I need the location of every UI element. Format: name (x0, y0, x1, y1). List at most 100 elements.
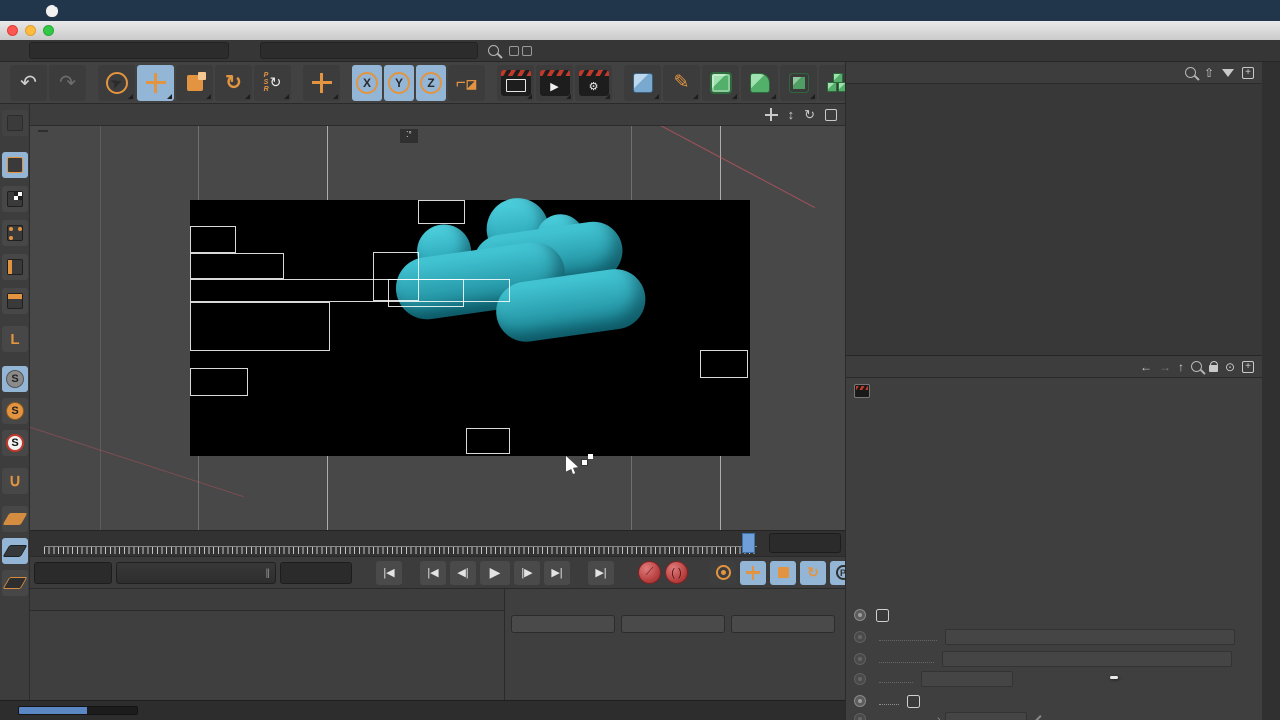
z-axis-lock-button[interactable]: Z (416, 65, 446, 101)
key-rotation-button[interactable]: ↻ (800, 561, 826, 585)
next-frame-button[interactable]: |▶ (514, 561, 540, 585)
y-axis-lock-button[interactable]: Y (384, 65, 414, 101)
camera-name-label[interactable]: ⁚° (400, 129, 418, 143)
current-frame-spinner[interactable] (34, 562, 112, 584)
go-to-start-button[interactable]: |◀ (376, 561, 402, 585)
extrude-generator-button[interactable] (741, 65, 778, 101)
duration-spinner[interactable] (280, 562, 352, 584)
pan-icon[interactable] (765, 108, 778, 121)
snap-2d-button[interactable]: S (2, 430, 28, 456)
timeline-end-spinner[interactable] (769, 533, 841, 553)
keyframe-record-button[interactable] (710, 561, 736, 585)
add-panel-icon[interactable]: + (1242, 361, 1254, 373)
magnet-snap-button[interactable]: ∪ (2, 468, 28, 494)
close-window-button[interactable] (7, 25, 18, 36)
panel-toggle-icon[interactable] (509, 46, 519, 56)
go-to-end-button[interactable]: ▶| (588, 561, 614, 585)
zoom-window-button[interactable] (43, 25, 54, 36)
apple-icon[interactable] (46, 5, 58, 17)
enable-snap-button[interactable]: S (2, 366, 28, 392)
previous-key-button[interactable]: |◀ (420, 561, 446, 585)
back-icon[interactable]: ← (1140, 360, 1152, 374)
maximize-view-icon[interactable] (825, 109, 837, 121)
material-menu-bar (30, 589, 504, 611)
redo-button[interactable]: ↷ (49, 65, 86, 101)
texture-mode-button[interactable] (2, 186, 28, 212)
timeline-playhead[interactable] (742, 533, 755, 553)
snap-3d-button[interactable]: S (2, 398, 28, 424)
search-icon[interactable] (1191, 361, 1202, 372)
mograph-cloner-button[interactable] (780, 65, 817, 101)
max-dropdown (942, 651, 1232, 667)
x-axis-lock-button[interactable]: X (352, 65, 382, 101)
node-space-dropdown[interactable] (29, 42, 229, 59)
make-editable-button[interactable] (2, 110, 28, 136)
orbit-icon[interactable]: ↻ (804, 108, 815, 121)
selection-rect (466, 428, 510, 454)
linkedin-in-badge (1110, 676, 1118, 679)
enable-axis-button[interactable]: L (2, 326, 28, 352)
move-up-icon[interactable]: ⇧ (1204, 66, 1214, 80)
next-key-button[interactable]: ▶| (544, 561, 570, 585)
points-mode-button[interactable] (2, 220, 28, 246)
up-icon[interactable]: ↑ (1178, 360, 1184, 374)
animation-dot-icon[interactable] (854, 609, 866, 621)
force-antialiasing-checkbox[interactable] (876, 609, 889, 622)
apply-button[interactable] (731, 615, 835, 633)
tag-properties-title (846, 406, 1262, 420)
matte-object-row (854, 692, 986, 710)
subdivision-surface-button[interactable] (702, 65, 739, 101)
matte-object-checkbox[interactable] (907, 695, 920, 708)
previous-frame-button[interactable]: ◀| (450, 561, 476, 585)
record-keyframe-button[interactable]: ⟋ (638, 561, 661, 584)
filter-icon[interactable] (1222, 69, 1234, 77)
undo-button[interactable]: ↶ (10, 65, 47, 101)
animation-dot-icon (854, 673, 866, 685)
add-panel-icon[interactable]: + (1242, 67, 1254, 79)
render-picture-viewer-button[interactable]: ▶ (536, 65, 573, 101)
key-scale-button[interactable] (770, 561, 796, 585)
minimize-window-button[interactable] (25, 25, 36, 36)
dolly-icon[interactable]: ↕ (788, 108, 795, 121)
rotate-tool-button[interactable]: ↻ (215, 65, 252, 101)
viewport-canvas[interactable]: ⁚° (30, 126, 845, 530)
search-icon[interactable] (1185, 67, 1196, 78)
max-row (854, 650, 1254, 668)
search-icon[interactable] (488, 45, 499, 56)
panel-toggle-icon[interactable] (522, 46, 532, 56)
expand-arrow-icon: › (937, 714, 940, 720)
animation-dot-icon[interactable] (854, 695, 866, 707)
size-mode-dropdown[interactable] (621, 615, 725, 633)
target-icon[interactable]: ⊙ (1225, 360, 1235, 374)
view-name-label[interactable] (38, 130, 48, 132)
last-tool-psr-button[interactable]: PSR↻ (254, 65, 291, 101)
render-settings-button[interactable]: ⚙ (575, 65, 612, 101)
coordinate-system-button[interactable]: ⌐◪ (448, 65, 485, 101)
lock-workplane-button[interactable] (2, 538, 28, 564)
timeline-ruler[interactable] (30, 530, 845, 556)
pen-spline-button[interactable]: ✎ (663, 65, 700, 101)
coordinate-mode-dropdown[interactable] (511, 615, 615, 633)
model-mode-button[interactable] (2, 152, 28, 178)
move-tool-alt-button[interactable] (303, 65, 340, 101)
edges-mode-button[interactable] (2, 254, 28, 280)
workplane-button[interactable] (2, 506, 28, 532)
forward-icon[interactable]: → (1159, 360, 1171, 374)
range-grip-icon[interactable]: || (266, 567, 269, 579)
play-button[interactable]: ▶ (480, 561, 510, 585)
layout-dropdown[interactable] (260, 42, 478, 59)
render-view-button[interactable] (497, 65, 534, 101)
autokey-button[interactable]: ( ) (665, 561, 688, 584)
object-manager: ⇧ + (845, 62, 1262, 355)
color-swatch (945, 712, 1027, 720)
align-workplane-button[interactable] (2, 570, 28, 596)
live-selection-button[interactable]: ➤ (98, 65, 135, 101)
scale-tool-button[interactable] (176, 65, 213, 101)
coordinates-footer (505, 609, 845, 633)
polygons-mode-button[interactable] (2, 288, 28, 314)
lock-icon[interactable] (1209, 365, 1218, 372)
cube-primitive-button[interactable] (624, 65, 661, 101)
key-position-button[interactable] (740, 561, 766, 585)
frame-range-slider[interactable]: || (116, 562, 276, 584)
move-tool-button[interactable] (137, 65, 174, 101)
